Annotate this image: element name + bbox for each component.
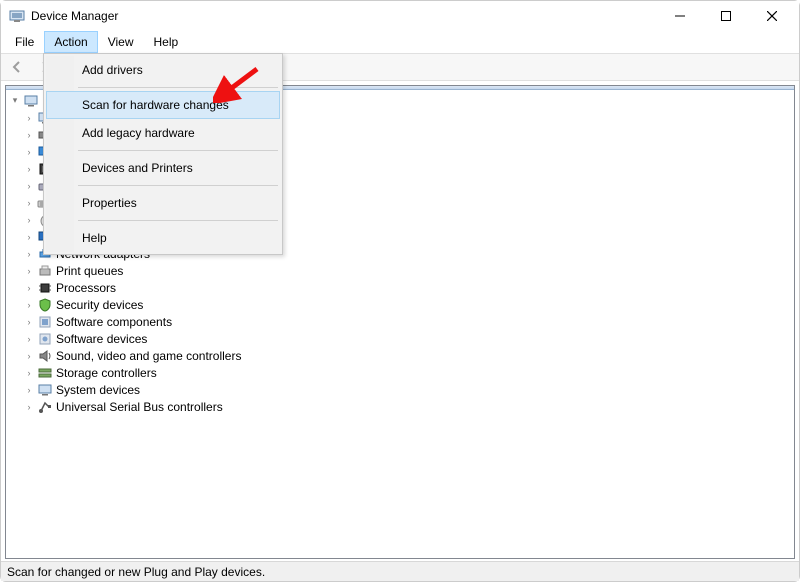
category-icon xyxy=(37,348,53,364)
expand-icon[interactable]: › xyxy=(22,128,36,142)
expand-icon[interactable]: › xyxy=(22,332,36,346)
tree-category[interactable]: › Software components xyxy=(8,313,794,330)
menu-add-drivers[interactable]: Add drivers xyxy=(46,56,280,84)
dropdown-separator xyxy=(78,87,278,88)
expand-icon[interactable]: › xyxy=(22,383,36,397)
expand-icon[interactable]: › xyxy=(22,145,36,159)
category-label: Sound, video and game controllers xyxy=(56,349,241,363)
dropdown-separator xyxy=(78,185,278,186)
menu-action[interactable]: Action xyxy=(44,31,97,53)
expand-icon[interactable]: › xyxy=(22,196,36,210)
category-icon xyxy=(37,280,53,296)
tree-category[interactable]: › Security devices xyxy=(8,296,794,313)
expand-icon[interactable]: › xyxy=(22,230,36,244)
computer-icon xyxy=(23,93,39,109)
tree-category[interactable]: › System devices xyxy=(8,381,794,398)
expand-icon[interactable]: › xyxy=(22,281,36,295)
menu-add-legacy[interactable]: Add legacy hardware xyxy=(46,119,280,147)
category-icon xyxy=(37,263,53,279)
device-manager-icon xyxy=(9,8,25,24)
menubar: File Action View Help xyxy=(1,31,799,53)
menu-view[interactable]: View xyxy=(98,31,144,53)
category-icon xyxy=(37,297,53,313)
menu-properties[interactable]: Properties xyxy=(46,189,280,217)
menu-scan-hardware[interactable]: Scan for hardware changes xyxy=(46,91,280,119)
category-label: Universal Serial Bus controllers xyxy=(56,400,223,414)
titlebar: Device Manager xyxy=(1,1,799,31)
maximize-button[interactable] xyxy=(703,1,749,31)
category-label: Security devices xyxy=(56,298,143,312)
expand-icon[interactable]: › xyxy=(22,162,36,176)
category-icon xyxy=(37,314,53,330)
minimize-button[interactable] xyxy=(657,1,703,31)
category-label: Print queues xyxy=(56,264,123,278)
expand-icon[interactable]: › xyxy=(22,247,36,261)
expand-icon[interactable]: › xyxy=(22,111,36,125)
menu-help[interactable]: Help xyxy=(144,31,189,53)
expand-icon[interactable]: › xyxy=(22,179,36,193)
category-label: System devices xyxy=(56,383,140,397)
close-button[interactable] xyxy=(749,1,795,31)
category-icon xyxy=(37,382,53,398)
menu-help-item[interactable]: Help xyxy=(46,224,280,252)
window-controls xyxy=(657,1,795,31)
category-icon xyxy=(37,399,53,415)
statusbar: Scan for changed or new Plug and Play de… xyxy=(1,561,799,581)
tree-category[interactable]: › Processors xyxy=(8,279,794,296)
category-icon xyxy=(37,365,53,381)
expand-icon[interactable]: › xyxy=(22,298,36,312)
category-icon xyxy=(37,331,53,347)
tree-category[interactable]: › Sound, video and game controllers xyxy=(8,347,794,364)
tree-category[interactable]: › Storage controllers xyxy=(8,364,794,381)
dropdown-separator xyxy=(78,150,278,151)
tree-category[interactable]: › Print queues xyxy=(8,262,794,279)
expand-icon[interactable]: › xyxy=(22,400,36,414)
menu-file[interactable]: File xyxy=(5,31,44,53)
action-dropdown: Add drivers Scan for hardware changes Ad… xyxy=(43,53,283,255)
category-label: Software devices xyxy=(56,332,147,346)
tree-category[interactable]: › Universal Serial Bus controllers xyxy=(8,398,794,415)
back-button[interactable] xyxy=(5,55,29,79)
tree-category[interactable]: › Software devices xyxy=(8,330,794,347)
category-label: Storage controllers xyxy=(56,366,157,380)
expand-icon[interactable]: › xyxy=(22,349,36,363)
menu-devices-printers[interactable]: Devices and Printers xyxy=(46,154,280,182)
window-title: Device Manager xyxy=(31,9,118,23)
expand-icon[interactable]: › xyxy=(22,366,36,380)
category-label: Software components xyxy=(56,315,172,329)
expand-icon[interactable]: › xyxy=(22,315,36,329)
dropdown-separator xyxy=(78,220,278,221)
category-label: Processors xyxy=(56,281,116,295)
expand-icon[interactable]: › xyxy=(22,213,36,227)
status-text: Scan for changed or new Plug and Play de… xyxy=(7,565,265,579)
collapse-icon[interactable]: ▾ xyxy=(8,94,22,108)
expand-icon[interactable]: › xyxy=(22,264,36,278)
